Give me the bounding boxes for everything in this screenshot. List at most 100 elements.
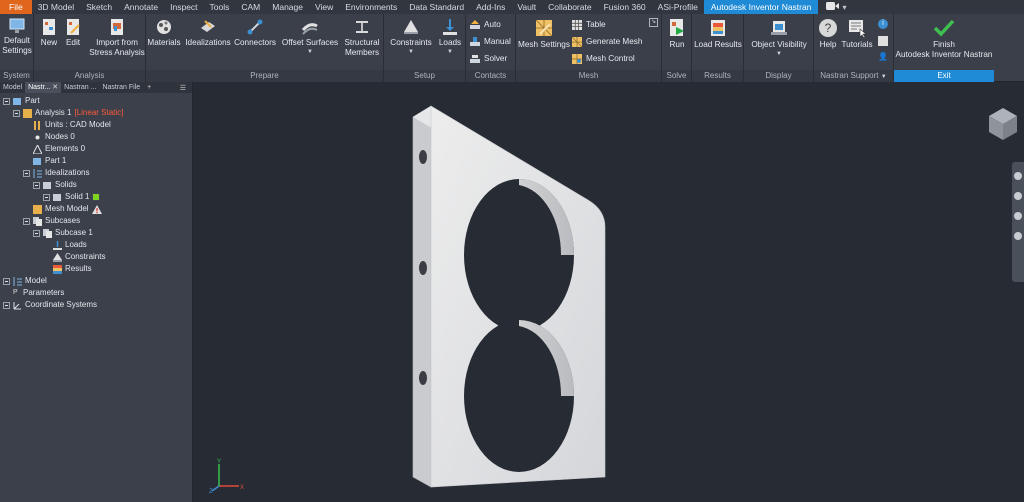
graphics-viewport[interactable]: X Y Z (193, 82, 1024, 502)
orbit-icon[interactable] (1014, 232, 1022, 240)
tree-elements[interactable]: Elements 0 (33, 143, 85, 155)
collapse-icon[interactable] (3, 97, 10, 105)
tree-subcases[interactable]: Subcases (23, 215, 80, 227)
tab-fusion-360[interactable]: Fusion 360 (598, 0, 652, 14)
viewcube[interactable] (989, 108, 1017, 140)
mesh-dialog-launcher-icon[interactable]: ↘ (649, 18, 658, 27)
offset-surfaces-label: Offset Surfaces (281, 38, 339, 47)
tree-part[interactable]: Part (3, 95, 40, 107)
tab-environments[interactable]: Environments (339, 0, 403, 14)
tree-model[interactable]: Model (3, 275, 47, 287)
steering-wheel-icon[interactable] (1014, 172, 1022, 180)
video-icon[interactable] (826, 2, 840, 12)
run-label: Run (669, 40, 685, 49)
tab-data-standard[interactable]: Data Standard (403, 0, 470, 14)
tree-results[interactable]: Results (53, 263, 92, 275)
run-button[interactable]: Run (664, 18, 690, 50)
finish-nastran-button[interactable]: Finish Autodesk Inventor Nastran (894, 18, 994, 59)
expand-icon[interactable] (3, 301, 10, 309)
zoom-icon[interactable] (1014, 212, 1022, 220)
chevron-down-icon[interactable]: ▾ (842, 3, 846, 12)
load-results-button[interactable]: Load Results (692, 18, 744, 50)
expand-icon[interactable] (3, 277, 10, 285)
auto-contact-button[interactable]: Auto (470, 18, 501, 32)
collapse-icon[interactable] (13, 109, 20, 117)
tree-loads[interactable]: Loads (53, 239, 87, 251)
browser-tab-nastran-file[interactable]: Nastran File (99, 82, 143, 93)
table-button[interactable]: Table (572, 18, 606, 32)
collapse-icon[interactable] (23, 169, 30, 177)
hamburger-menu-icon[interactable]: ☰ (174, 84, 192, 92)
tree-coordinate-systems[interactable]: Coordinate Systems (3, 299, 97, 311)
generate-mesh-icon (572, 37, 582, 47)
tab-collaborate[interactable]: Collaborate (542, 0, 597, 14)
collapse-icon[interactable] (33, 229, 40, 237)
browser-tab-nastran[interactable]: Nastr... ✕ (25, 82, 62, 93)
tab-file[interactable]: File (0, 0, 32, 14)
tab-3d-model[interactable]: 3D Model (32, 0, 80, 14)
pan-icon[interactable] (1014, 192, 1022, 200)
tab-tools[interactable]: Tools (204, 0, 236, 14)
object-visibility-button[interactable]: Object Visibility ▼ (746, 18, 812, 59)
tab-inspect[interactable]: Inspect (164, 0, 203, 14)
tab-asi-profile[interactable]: ASi-Profile (652, 0, 704, 14)
manual-contact-button[interactable]: Manual (470, 35, 511, 49)
panel-label-exit: Exit (894, 70, 994, 82)
offset-surfaces-button[interactable]: Offset Surfaces ▼ (280, 18, 340, 57)
new-analysis-button[interactable]: New (38, 18, 60, 48)
generate-mesh-button[interactable]: Generate Mesh (572, 35, 642, 49)
tree-analysis[interactable]: Analysis 1 [Linear Static] (13, 107, 123, 119)
tab-sketch[interactable]: Sketch (80, 0, 118, 14)
tree-units[interactable]: Units : CAD Model (33, 119, 111, 131)
import-stress-analysis-button[interactable]: Import from Stress Analysis (88, 18, 146, 57)
collapse-icon[interactable] (33, 181, 40, 189)
add-tab-icon[interactable]: + (143, 84, 155, 91)
tab-vault[interactable]: Vault (511, 0, 542, 14)
edit-analysis-button[interactable]: Edit (62, 18, 84, 48)
tab-add-ins[interactable]: Add-Ins (470, 0, 511, 14)
connectors-button[interactable]: Connectors (234, 18, 276, 48)
mesh-control-button[interactable]: Mesh Control (572, 52, 635, 66)
tree-nodes[interactable]: Nodes 0 (33, 131, 75, 143)
solver-label: Solver (484, 54, 508, 63)
materials-button[interactable]: Materials (146, 18, 182, 48)
browser-tab-nastran-2[interactable]: Nastran ... (61, 82, 99, 93)
tree-constraints[interactable]: Constraints (53, 251, 105, 263)
tree-idealizations[interactable]: Idealizations (23, 167, 89, 179)
browser-tabs: Model Nastr... ✕ Nastran ... Nastran File… (0, 82, 192, 93)
browser-tab-model[interactable]: Model (0, 82, 25, 93)
tree-solids-label: Solids (55, 180, 77, 189)
close-icon[interactable]: ✕ (52, 84, 58, 91)
chevron-down-icon: ▼ (408, 48, 414, 55)
collapse-icon[interactable] (23, 217, 30, 225)
info-icon[interactable]: i (878, 19, 888, 29)
help-button[interactable]: ? Help (816, 18, 840, 50)
tab-inventor-nastran[interactable]: Autodesk Inventor Nastran (703, 0, 819, 14)
structural-members-button[interactable]: Structural Members (342, 18, 382, 57)
tree-mesh-model[interactable]: Mesh Model (33, 203, 102, 215)
mesh-settings-button[interactable]: Mesh Settings (518, 18, 570, 50)
idealizations-button[interactable]: Idealizations (184, 18, 232, 48)
document-icon[interactable] (878, 36, 888, 46)
user-icon[interactable]: 👤 (878, 52, 888, 62)
loads-button[interactable]: Loads ▼ (436, 18, 464, 57)
results-icon (53, 264, 62, 274)
default-settings-button[interactable]: Default Settings (2, 18, 32, 55)
tree-solids[interactable]: Solids (33, 179, 77, 191)
tab-annotate[interactable]: Annotate (118, 0, 164, 14)
tab-cam[interactable]: CAM (235, 0, 266, 14)
plate-model[interactable] (412, 105, 606, 488)
tutorials-button[interactable]: Tutorials (840, 18, 874, 50)
solver-contact-button[interactable]: Solver (470, 52, 507, 66)
tab-manage[interactable]: Manage (266, 0, 309, 14)
tree-solid-1[interactable]: Solid 1 (43, 191, 101, 203)
constraints-button[interactable]: Constraints ▼ (388, 18, 434, 57)
materials-label: Materials (147, 38, 181, 47)
connectors-label: Connectors (234, 38, 276, 47)
tree-part-1[interactable]: Part 1 (33, 155, 66, 167)
tab-view[interactable]: View (309, 0, 339, 14)
collapse-icon[interactable] (43, 193, 50, 201)
tree-parameters[interactable]: P Parameters (13, 287, 64, 299)
tree-subcase-1[interactable]: Subcase 1 (33, 227, 93, 239)
panel-label-nastran-support[interactable]: Nastran Support ▼ (814, 70, 893, 82)
